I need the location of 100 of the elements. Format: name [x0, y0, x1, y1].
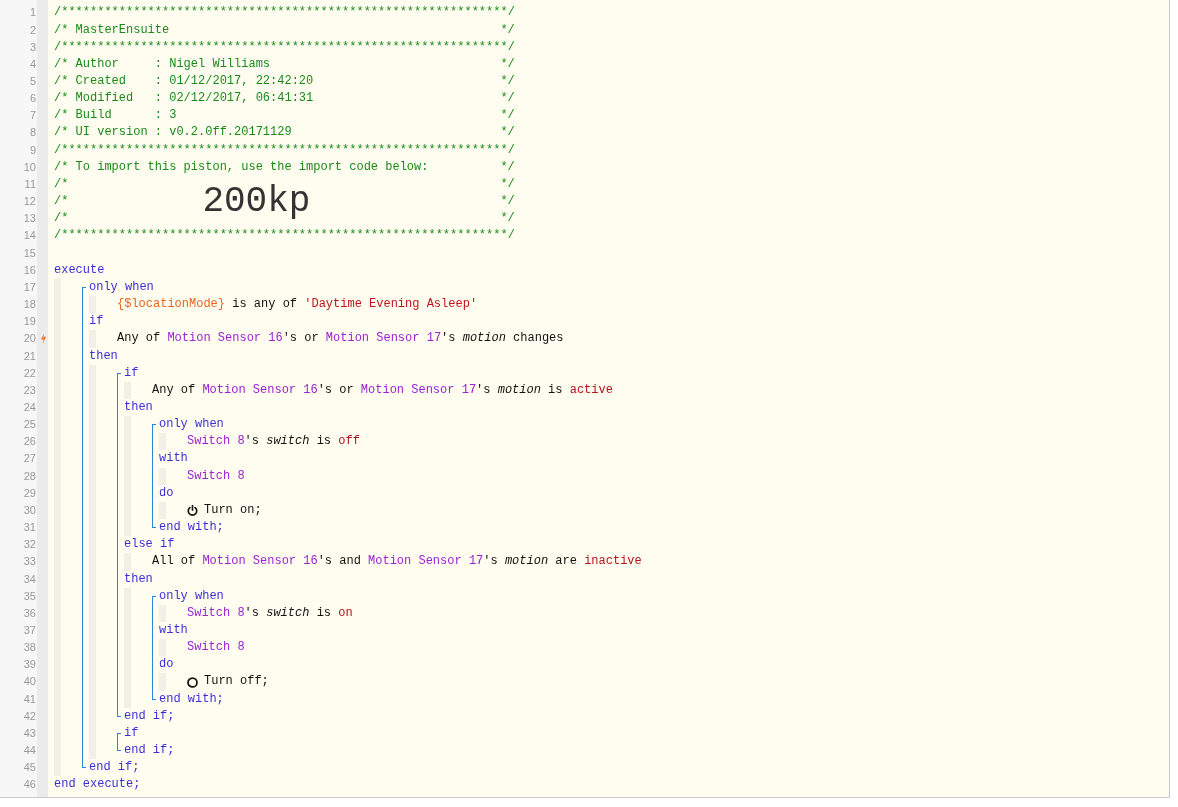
- line-number: 22: [22, 365, 36, 381]
- code-comment: */: [500, 158, 515, 176]
- code-text: do: [159, 484, 174, 502]
- code-text: Switch 8's switch is on: [187, 604, 353, 622]
- code-comment: /**************************************************************/: [54, 141, 515, 159]
- code-comment: */: [500, 55, 515, 73]
- line-number: 1: [28, 5, 36, 21]
- line-number: 42: [22, 708, 36, 724]
- code-text: Any of Motion Sensor 16's or Motion Sensor 17's motion changes: [117, 330, 564, 348]
- line-number: 36: [22, 605, 36, 621]
- code-comment: /* Created : 01/12/2017, 22:42:20: [54, 73, 314, 90]
- code-text: {$locationMode} is any of 'Daytime Evening Asleep': [117, 296, 478, 314]
- line-number: 41: [22, 691, 36, 707]
- import-code: 200kp: [202, 183, 311, 220]
- code-comment: /* Build : 3: [54, 107, 177, 125]
- line-number: 3: [28, 39, 36, 55]
- code-comment: */: [500, 90, 515, 108]
- code-text: if: [124, 364, 139, 382]
- code-text: All of Motion Sensor 16's and Motion Sensor 17's motion are inactive: [152, 553, 642, 571]
- line-number: 30: [22, 502, 36, 518]
- circle-icon: [187, 676, 198, 688]
- line-number: 39: [22, 657, 36, 673]
- code-comment: /* UI version : v0.2.0ff.20171129: [54, 124, 292, 142]
- code-comment: /* To import this piston, use the import code below:: [54, 158, 429, 176]
- code-text: Turn on;: [204, 501, 262, 519]
- line-number: 38: [22, 640, 36, 656]
- line-number: 43: [22, 725, 36, 741]
- line-number: 29: [22, 485, 36, 501]
- code-comment: */: [500, 175, 515, 193]
- code-text: if: [124, 724, 139, 742]
- code-text: end with;: [159, 690, 224, 708]
- line-number: 10: [22, 159, 36, 175]
- code-comment: */: [500, 193, 515, 211]
- code-text: Switch 8: [187, 467, 245, 485]
- code-text: only when: [159, 416, 224, 434]
- line-number: 8: [28, 125, 36, 141]
- line-number: 32: [22, 537, 36, 553]
- code-comment: */: [500, 73, 515, 90]
- code-comment: /* Modified : 02/12/2017, 06:41:31: [54, 90, 314, 108]
- code-comment: /* MasterEnsuite: [54, 21, 170, 39]
- code-text: with: [159, 450, 188, 468]
- line-number: 11: [23, 176, 36, 192]
- line-number: 24: [22, 400, 36, 415]
- line-number: 31: [22, 520, 36, 536]
- line-number: 17: [22, 279, 36, 295]
- code-text: end if;: [124, 707, 175, 725]
- line-number: 26: [22, 434, 36, 450]
- code-text: only when: [89, 278, 154, 296]
- code-text: do: [159, 656, 174, 674]
- line-number: 20: [22, 331, 36, 347]
- code-text: with: [159, 622, 188, 639]
- line-number: 44: [22, 743, 36, 759]
- code-text: else if: [124, 536, 175, 554]
- power-icon: [187, 505, 198, 516]
- line-number: 37: [22, 623, 36, 638]
- line-number: 45: [22, 760, 36, 776]
- code-comment: /* Author : Nigel Williams: [54, 55, 271, 73]
- line-number: 46: [22, 777, 36, 793]
- line-number: 28: [22, 468, 36, 484]
- line-number: 15: [22, 245, 36, 261]
- code-text: execute: [54, 261, 105, 279]
- line-number: 2: [28, 22, 36, 38]
- code-text: end if;: [124, 742, 175, 760]
- line-number: 5: [28, 74, 36, 89]
- code-text: if: [89, 313, 104, 331]
- line-number: 9: [28, 142, 36, 158]
- code-comment: */: [500, 210, 515, 228]
- code-comment: /*: [54, 193, 69, 211]
- line-number: 25: [22, 417, 36, 433]
- code-text: end with;: [159, 519, 224, 537]
- line-number: 16: [22, 262, 36, 278]
- line-number: 4: [28, 56, 36, 72]
- code-text: then: [124, 399, 153, 416]
- code-text: Turn off;: [204, 673, 269, 691]
- line-number: 40: [22, 674, 36, 690]
- block-bracket: [117, 732, 121, 752]
- code-comment: */: [500, 21, 515, 39]
- code-comment: /**************************************************************/: [54, 4, 515, 22]
- code-comment: /*: [54, 210, 69, 228]
- line-number: 35: [22, 588, 36, 604]
- code-text: Switch 8: [187, 639, 245, 657]
- code-text: then: [89, 347, 118, 365]
- line-number: 34: [22, 571, 36, 587]
- code-text: end execute;: [54, 776, 141, 794]
- code-text: only when: [159, 587, 224, 605]
- code-comment: /**************************************************************/: [54, 38, 515, 56]
- code-comment: /**************************************************************/: [54, 227, 515, 245]
- line-number: 21: [22, 348, 36, 364]
- code-comment: */: [500, 107, 515, 125]
- line-number: 12: [22, 194, 36, 210]
- line-number: 13: [22, 211, 36, 227]
- line-number: 19: [22, 314, 36, 330]
- code-comment: */: [500, 124, 515, 142]
- line-number: 33: [22, 554, 36, 570]
- code-text: then: [124, 570, 153, 588]
- line-number: 7: [28, 108, 36, 124]
- line-number: 23: [22, 382, 36, 398]
- code-text: Any of Motion Sensor 16's or Motion Sensor 17's motion is active: [152, 381, 613, 399]
- code-text: Switch 8's switch is off: [187, 433, 360, 451]
- code-comment: /*: [54, 175, 69, 193]
